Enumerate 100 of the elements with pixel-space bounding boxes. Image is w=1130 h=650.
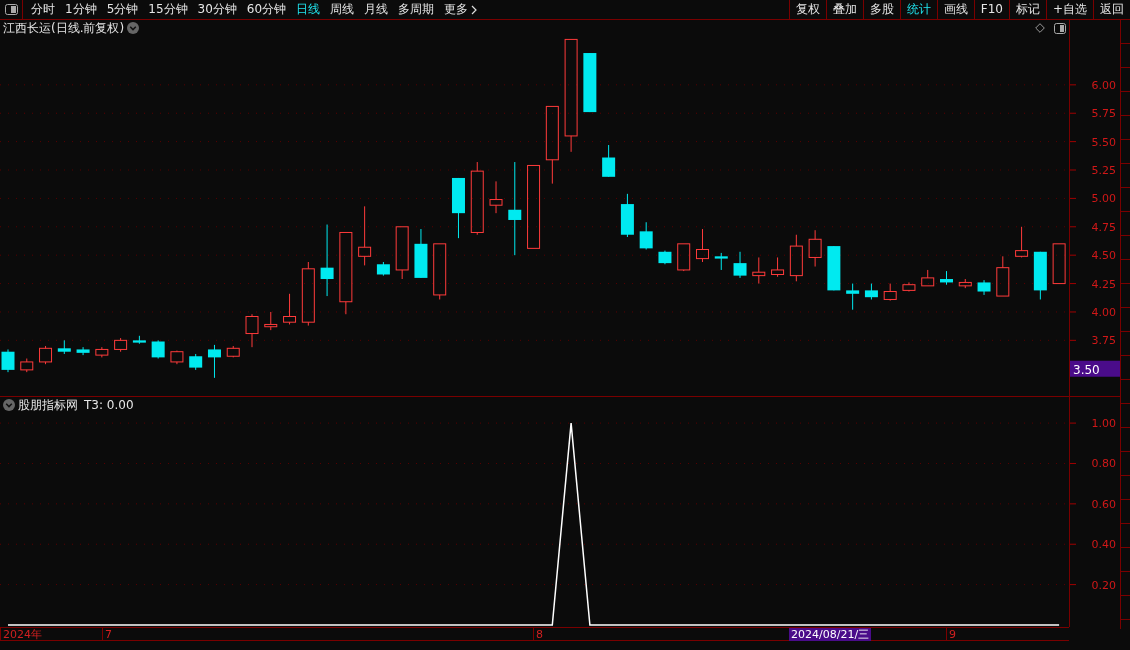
y-axis-label: 0.60: [1091, 497, 1116, 511]
y-axis-label: 5.00: [1091, 192, 1116, 206]
falling-candlestick: [57, 339, 71, 355]
toolbar-button[interactable]: 返回: [1093, 0, 1130, 19]
date-axis-label: 7: [102, 628, 112, 641]
rising-candlestick: [883, 283, 897, 302]
toolbar-button[interactable]: 标记: [1008, 0, 1046, 19]
date-axis-label: 8: [533, 628, 543, 641]
period-tab[interactable]: 周线: [325, 0, 360, 19]
falling-candlestick: [76, 346, 90, 356]
y-axis-label: 0.40: [1091, 538, 1116, 552]
rising-candlestick: [771, 256, 785, 278]
y-axis-label: 6.00: [1091, 78, 1116, 92]
period-tab[interactable]: 月线: [359, 0, 394, 19]
period-tab[interactable]: 15分钟: [143, 0, 193, 19]
falling-candlestick: [414, 228, 428, 279]
rising-candlestick: [245, 313, 259, 348]
toolbar-button[interactable]: 多股: [862, 0, 900, 19]
rising-candlestick: [114, 337, 128, 353]
rising-candlestick: [996, 255, 1010, 297]
y-axis-label: 3.75: [1091, 334, 1116, 348]
falling-candlestick: [132, 335, 146, 345]
toolbar-button[interactable]: 统计: [899, 0, 937, 19]
indicator-title: 股朋指标网: [18, 397, 78, 413]
rising-candlestick: [808, 229, 822, 268]
falling-candlestick: [733, 251, 747, 279]
rising-candlestick: [264, 311, 278, 331]
rising-candlestick: [433, 243, 447, 300]
panel-toggle-icon[interactable]: [1054, 22, 1066, 34]
toolbar-button[interactable]: 画线: [936, 0, 974, 19]
rising-candlestick: [395, 226, 409, 280]
y-axis-label: 4.75: [1091, 220, 1116, 234]
more-button[interactable]: 更多: [439, 0, 483, 19]
diamond-icon[interactable]: [1035, 23, 1045, 33]
toolbar-button[interactable]: F10: [973, 0, 1009, 19]
chevron-down-icon[interactable]: [3, 399, 15, 411]
falling-candlestick: [714, 252, 728, 271]
rising-candlestick: [226, 345, 240, 358]
rising-candlestick: [1052, 243, 1066, 285]
price-marker: 3.50: [1070, 360, 1120, 377]
falling-candlestick: [151, 339, 165, 359]
y-axis-label: 0.20: [1091, 578, 1116, 592]
chevron-right-icon: [471, 4, 478, 15]
rising-candlestick: [20, 358, 34, 373]
y-axis-label: 5.25: [1091, 164, 1116, 177]
rising-candlestick: [677, 243, 691, 272]
period-tab[interactable]: 5分钟: [101, 0, 144, 19]
indicator-reading: T3: 0.00: [84, 397, 134, 413]
rising-candlestick: [902, 281, 916, 292]
panel-toggle-icon[interactable]: [4, 4, 18, 15]
rising-candlestick: [283, 293, 297, 325]
falling-candlestick: [940, 270, 953, 286]
falling-candlestick: [864, 283, 878, 300]
y-axis-label: 5.50: [1091, 135, 1116, 149]
period-tab[interactable]: 1分钟: [60, 0, 102, 19]
cursor-date-label: 2024/08/21/三: [789, 628, 872, 641]
period-tab[interactable]: 日线: [291, 0, 326, 19]
period-tab[interactable]: 分时: [26, 0, 60, 19]
date-axis-label: 2024年: [0, 628, 42, 641]
falling-candlestick: [620, 193, 634, 238]
y-axis-label: 4.25: [1091, 277, 1116, 291]
rising-candlestick: [95, 346, 109, 358]
date-axis-label: 9: [946, 628, 956, 641]
falling-candlestick: [827, 245, 841, 291]
rising-candlestick: [1015, 226, 1029, 258]
rising-candlestick: [789, 234, 803, 282]
falling-candlestick: [1, 348, 15, 373]
y-axis-label: 4.50: [1091, 249, 1116, 263]
falling-candlestick: [639, 221, 653, 250]
rising-candlestick: [489, 180, 503, 214]
toolbar-button[interactable]: 复权: [788, 0, 826, 19]
period-tab[interactable]: 多周期: [393, 0, 440, 19]
y-axis-label: 5.75: [1091, 107, 1116, 121]
y-axis-label: 1.00: [1091, 417, 1116, 431]
falling-candlestick: [583, 52, 597, 113]
y-axis-label: 0.80: [1091, 457, 1116, 471]
falling-candlestick: [602, 144, 616, 178]
rising-candlestick: [752, 256, 766, 285]
falling-candlestick: [1033, 251, 1047, 300]
falling-candlestick: [452, 177, 465, 239]
rising-candlestick: [921, 269, 935, 287]
y-axis-label: 4.00: [1091, 305, 1116, 319]
falling-candlestick: [658, 250, 672, 265]
toolbar-button[interactable]: 叠加: [825, 0, 863, 19]
rising-candlestick: [39, 345, 53, 365]
chevron-down-icon[interactable]: [127, 22, 140, 34]
period-tab[interactable]: 60分钟: [241, 0, 292, 19]
falling-candlestick: [846, 283, 860, 311]
falling-candlestick: [189, 353, 203, 371]
rising-candlestick: [301, 261, 315, 327]
rising-candlestick: [696, 228, 709, 263]
falling-candlestick: [207, 344, 221, 379]
stock-title: 江西长运(日线.前复权): [3, 20, 125, 36]
falling-candlestick: [376, 261, 390, 277]
rising-candlestick: [958, 278, 972, 289]
period-tab[interactable]: 30分钟: [192, 0, 242, 19]
falling-candlestick: [977, 279, 991, 296]
rising-candlestick: [358, 205, 372, 266]
rising-candlestick: [170, 350, 184, 365]
toolbar-button[interactable]: +自选: [1045, 0, 1093, 19]
